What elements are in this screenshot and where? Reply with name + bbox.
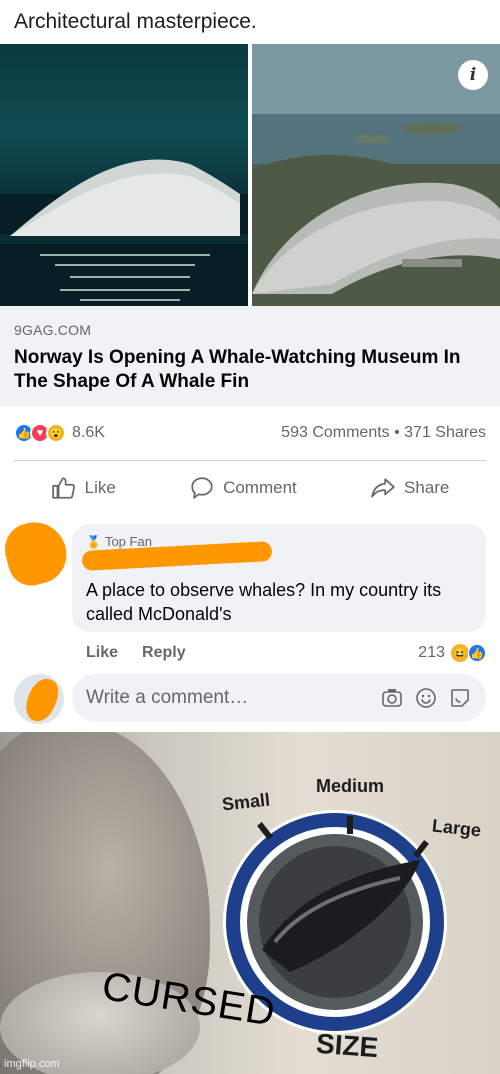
museum-night-illustration	[0, 159, 248, 306]
link-preview[interactable]: 9GAG.COM Norway Is Opening A Whale-Watch…	[0, 306, 500, 406]
comment-reaction-count: 213	[418, 644, 445, 661]
comments-shares-count[interactable]: 593 Comments • 371 Shares	[281, 424, 486, 442]
share-button[interactable]: Share	[370, 475, 449, 501]
like-reaction-icon: 👍	[468, 644, 486, 662]
user-avatar-redaction	[21, 674, 63, 724]
reaction-count[interactable]: 8.6K	[72, 424, 105, 442]
post-actions: Like Comment Share	[14, 470, 486, 506]
share-icon	[371, 478, 395, 498]
imgflip-watermark: imgflip.com	[4, 1058, 60, 1070]
divider	[14, 460, 486, 461]
comment-like-button[interactable]: Like	[86, 644, 118, 662]
comment-composer[interactable]: Write a comment…	[72, 674, 486, 722]
emoji-icon[interactable]	[414, 686, 438, 710]
commenter-avatar-redacted[interactable]	[0, 515, 74, 591]
link-headline[interactable]: Norway Is Opening A Whale-Watching Museu…	[14, 346, 486, 394]
museum-aerial-photo[interactable]: i	[252, 44, 500, 306]
like-button[interactable]: Like	[51, 475, 116, 501]
wow-reaction-icon: 😮	[46, 423, 66, 443]
info-icon[interactable]: i	[458, 60, 488, 90]
knob-label-medium: Medium	[316, 776, 385, 796]
link-domain: 9GAG.COM	[14, 322, 92, 338]
comment-meta: Like Reply 213 😆 👍	[86, 642, 486, 664]
comment-bubble[interactable]: 🏅 Top Fan A place to observe whales? In …	[72, 524, 486, 632]
composer-tools	[380, 686, 472, 710]
post-photos[interactable]: i	[0, 44, 500, 306]
comment-icon	[191, 477, 213, 499]
comment-text: A place to observe whales? In my country…	[86, 580, 442, 624]
haha-reaction-icon: 😆	[451, 644, 469, 662]
reaction-summary[interactable]: 👍 ♥ 😮 8.6K	[14, 423, 105, 443]
post-title: Architectural masterpiece.	[14, 10, 257, 33]
sticker-icon[interactable]	[448, 686, 472, 710]
like-label: Like	[84, 478, 116, 497]
comment-reply-button[interactable]: Reply	[142, 644, 186, 662]
thumbs-up-icon	[51, 477, 75, 499]
comment-button[interactable]: Comment	[189, 475, 297, 501]
user-avatar[interactable]	[14, 674, 64, 724]
cursed-size-meme: Small Medium Large SIZE CURSED imgflip.c…	[0, 732, 500, 1074]
comment-label: Comment	[223, 478, 297, 497]
comment-reactions[interactable]: 213 😆 👍	[418, 644, 486, 662]
comment-input[interactable]: Write a comment…	[86, 687, 380, 709]
share-label: Share	[404, 478, 450, 497]
museum-night-photo[interactable]	[0, 44, 248, 306]
meme-size-text: SIZE	[315, 1027, 380, 1064]
reactions-bar: 👍 ♥ 😮 8.6K 593 Comments • 371 Shares	[14, 421, 486, 445]
top-fan-icon: 🏅	[86, 534, 101, 549]
camera-icon[interactable]	[380, 686, 404, 710]
